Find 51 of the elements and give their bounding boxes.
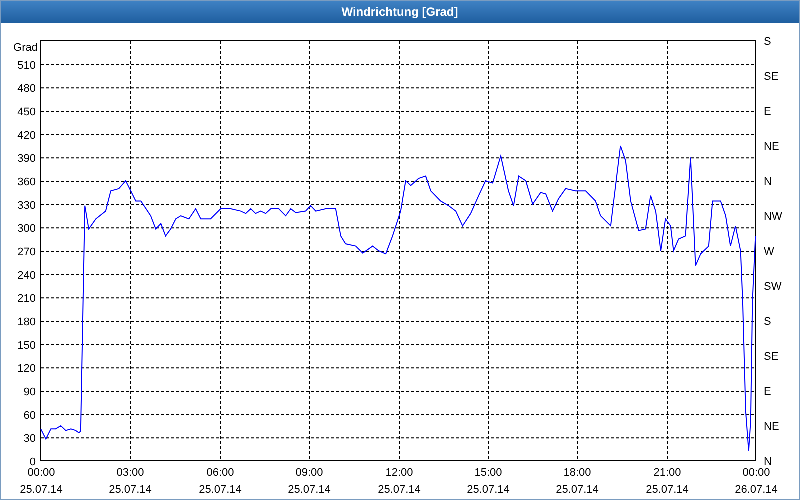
y-tick-label: 240 [18,270,36,282]
y-tick-label: 270 [18,246,36,258]
compass-label: E [764,106,772,118]
x-tick-date: 25.07.14 [646,484,689,496]
x-tick-date: 25.07.14 [20,484,63,496]
compass-label: N [764,456,772,468]
y-tick-label: 300 [18,223,36,236]
compass-label: SE [764,71,779,83]
y-tick-label: 60 [24,410,36,422]
y-axis-label: Grad [14,42,38,54]
x-tick-date: 25.07.14 [199,484,242,496]
y-tick-label: 180 [18,316,36,328]
y-tick-label: 360 [18,176,36,188]
compass-label: S [764,316,772,328]
x-tick-label: 18:00 [564,467,592,479]
y-tick-label: 210 [18,293,36,306]
y-tick-label: 450 [18,106,36,118]
compass-label: N [764,176,772,188]
y-tick-label: 420 [18,130,36,142]
x-tick-label: 21:00 [654,467,682,479]
compass-label: W [764,246,774,258]
compass-label: E [764,386,772,398]
y-tick-label: 510 [18,60,36,72]
x-tick-date: 25.07.14 [556,484,599,496]
compass-label: NW [764,211,782,223]
y-tick-label: 390 [18,153,36,166]
y-tick-label: 150 [18,340,36,352]
x-tick-label: 00:00 [742,467,770,479]
compass-label: S [764,36,772,48]
x-tick-label: 06:00 [206,467,234,479]
x-tick-label: 15:00 [474,467,502,479]
x-tick-label: 00:00 [28,467,56,479]
y-tick-label: 0 [30,456,36,468]
compass-label: SW [764,281,782,293]
x-tick-date: 25.07.14 [109,484,152,496]
x-tick-label: 12:00 [386,467,414,479]
x-tick-label: 09:00 [296,467,324,479]
x-tick-date: 25.07.14 [288,484,331,496]
compass-label: NE [764,421,780,433]
y-tick-label: 330 [18,200,36,212]
window-title: Windrichtung [Grad] [342,4,458,21]
x-tick-date: 26.07.14 [735,484,778,496]
compass-label: SE [764,351,779,363]
x-tick-date: 25.07.14 [467,484,510,496]
x-tick-label: 03:00 [116,467,144,479]
x-tick-date: 25.07.14 [378,484,421,496]
compass-label: NE [764,141,780,153]
y-tick-label: 120 [18,363,36,376]
y-tick-label: 480 [18,83,36,96]
y-tick-label: 90 [24,386,36,398]
y-tick-label: 30 [24,433,36,446]
